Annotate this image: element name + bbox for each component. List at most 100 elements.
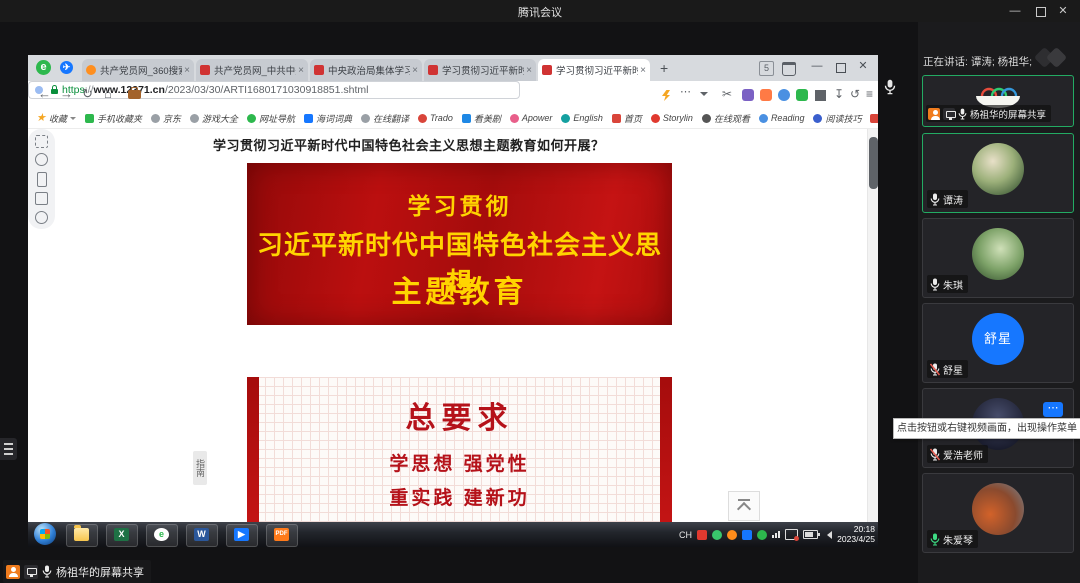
tile-screen-share[interactable]: 杨祖华的屏幕共享 — [922, 75, 1074, 127]
taskbar-pdf[interactable]: PDF — [266, 524, 298, 547]
browser-tab-5-active[interactable]: 学习贯彻习近平新时代中 × — [538, 59, 650, 81]
taskbar-360-browser[interactable]: e — [146, 524, 178, 547]
bookmark-item[interactable]: Storylin — [651, 113, 693, 123]
extension-badge[interactable]: 5 — [759, 61, 774, 76]
tab-close-icon[interactable]: × — [526, 65, 532, 76]
bookmark-item[interactable]: Apower — [510, 113, 553, 123]
back-button[interactable]: ← — [38, 86, 51, 101]
tray-flame-icon[interactable] — [727, 530, 737, 540]
caret-down-icon — [70, 117, 76, 123]
dictionary-icon — [304, 114, 313, 123]
lightning-icon[interactable] — [662, 90, 670, 101]
menu-icon[interactable]: ≡ — [866, 87, 873, 101]
bookmark-item[interactable]: Trado — [418, 113, 453, 123]
tab-close-icon[interactable]: × — [640, 65, 646, 76]
back-to-top-button[interactable] — [728, 491, 760, 521]
start-button[interactable] — [34, 523, 56, 545]
undo-icon[interactable]: ↺ — [850, 87, 860, 101]
tab-close-icon[interactable]: × — [412, 65, 418, 76]
bookmark-item[interactable]: Reading — [759, 113, 805, 123]
home-button[interactable]: ⌂ — [104, 86, 112, 101]
taskbar-excel[interactable]: X — [106, 524, 138, 547]
forward-button[interactable]: → — [60, 86, 73, 101]
signal-icon[interactable] — [772, 531, 780, 538]
member-list-toggle[interactable] — [0, 438, 17, 460]
green-ext-icon[interactable] — [796, 89, 808, 101]
scissors-icon[interactable]: ✂ — [722, 87, 732, 101]
new-tab-button[interactable]: + — [660, 60, 668, 76]
tile-participant-zhuqi[interactable]: 朱琪 — [922, 218, 1074, 298]
tray-safe-icon[interactable] — [757, 530, 767, 540]
window-maximize-button[interactable] — [1036, 7, 1046, 17]
taskbar-word[interactable]: W — [186, 524, 218, 547]
apps-grid-icon[interactable] — [815, 90, 826, 101]
bookmark-item[interactable]: 海词词典 — [304, 112, 352, 125]
scrollbar-track[interactable] — [867, 129, 878, 522]
search-ext-icon[interactable] — [778, 89, 790, 101]
person-icon — [928, 108, 940, 120]
window-minimize-button[interactable]: — — [1006, 4, 1024, 18]
tile-participant-zhuaiqin[interactable]: 朱爱琴 — [922, 473, 1074, 553]
scrollbar-thumb[interactable] — [869, 137, 878, 189]
browser-360-logo-icon[interactable]: e — [36, 60, 51, 75]
taskbar-explorer[interactable] — [66, 524, 98, 547]
bookmark-item[interactable]: 在线观看 — [702, 112, 750, 125]
browser-tab-3[interactable]: 中央政治局集体学习 习近 × — [310, 59, 422, 81]
more-dots-icon[interactable]: ⋯ — [680, 85, 691, 98]
speaking-status: 正在讲话: 谭涛; 杨祖华; — [923, 54, 1032, 69]
tray-s-icon[interactable] — [697, 530, 707, 540]
browser-tab-2[interactable]: 共产党员网_中共中央组织 × — [196, 59, 308, 81]
tab-close-icon[interactable]: × — [298, 65, 304, 76]
chevron-down-icon[interactable] — [700, 92, 708, 100]
bookmark-item[interactable]: English — [561, 113, 603, 123]
clipboard-ext-icon[interactable] — [742, 89, 754, 101]
tile-more-button[interactable]: ⋯ — [1043, 402, 1063, 417]
taskbar-clock[interactable]: 20:18 2023/4/25 — [837, 524, 875, 544]
address-bar[interactable]: https://www.12371.cn/2023/03/30/ARTI1680… — [28, 81, 520, 99]
windows-taskbar: X e W ▶ PDF CH 20:18 2023/4/25 — [28, 522, 878, 547]
expand-icon[interactable] — [35, 135, 48, 148]
bookmark-item[interactable]: 手机收藏夹 — [85, 112, 142, 125]
bookmark-item[interactable]: 游戏大全 — [190, 112, 238, 125]
network-icon[interactable] — [785, 529, 798, 540]
party-favicon — [200, 65, 210, 75]
bookmark-item[interactable]: 网址导航 — [247, 112, 295, 125]
tray-meeting-icon[interactable] — [742, 530, 752, 540]
slide-requirements: 总要求 学思想 强党性 重实践 建新功 — [247, 377, 672, 522]
browser-maximize-button[interactable] — [836, 63, 846, 73]
browser-minimize-button[interactable]: — — [808, 59, 826, 73]
bookmark-item[interactable]: 阅读技巧 — [813, 112, 861, 125]
bookmark-item[interactable]: 京东 — [151, 112, 181, 125]
window-close-button[interactable]: ✕ — [1054, 4, 1072, 18]
record-icon[interactable] — [35, 211, 48, 224]
requirements-line: 学思想 强党性 — [247, 449, 672, 476]
tile-participant-shuxing[interactable]: 舒星 舒星 — [922, 303, 1074, 383]
reload-button[interactable]: ↻ — [82, 86, 93, 102]
tile-participant-tantao[interactable]: 谭涛 — [922, 133, 1074, 213]
tab-close-icon[interactable]: × — [184, 65, 190, 76]
bookmark-item[interactable]: 干货|英 — [870, 112, 878, 125]
taskbar-meeting[interactable]: ▶ — [226, 524, 258, 547]
bookmark-item[interactable]: 在线翻译 — [361, 112, 409, 125]
bookmark-favorites[interactable]: ★收藏 — [36, 112, 76, 125]
download-icon[interactable]: ↧ — [834, 87, 844, 101]
save-icon[interactable] — [35, 192, 48, 205]
gear-icon[interactable] — [35, 153, 48, 166]
shopping-bag-icon[interactable] — [782, 62, 796, 76]
tray-wechat-icon[interactable] — [712, 530, 722, 540]
browser-tab-1[interactable]: 共产党员网_360搜索 × — [82, 59, 194, 81]
mobile-icon[interactable] — [37, 172, 47, 187]
game-ext-icon[interactable] — [760, 89, 772, 101]
browser-tab-4[interactable]: 学习贯彻习近平新时代中 × — [424, 59, 536, 81]
ime-indicator[interactable]: CH — [679, 530, 692, 540]
volume-icon[interactable] — [823, 531, 832, 539]
browser-close-button[interactable]: ✕ — [854, 59, 872, 73]
browser-nav-logo-icon[interactable]: ✈ — [60, 61, 73, 74]
bookmark-item[interactable]: 首页 — [612, 112, 642, 125]
briefcase-icon[interactable] — [128, 90, 141, 99]
page-side-tab[interactable]: 指南 — [193, 451, 207, 485]
windows-flag-icon — [40, 529, 50, 539]
bookmark-item[interactable]: 看美剧 — [462, 112, 501, 125]
secure-lock-icon — [51, 89, 58, 94]
battery-icon[interactable] — [803, 530, 818, 539]
